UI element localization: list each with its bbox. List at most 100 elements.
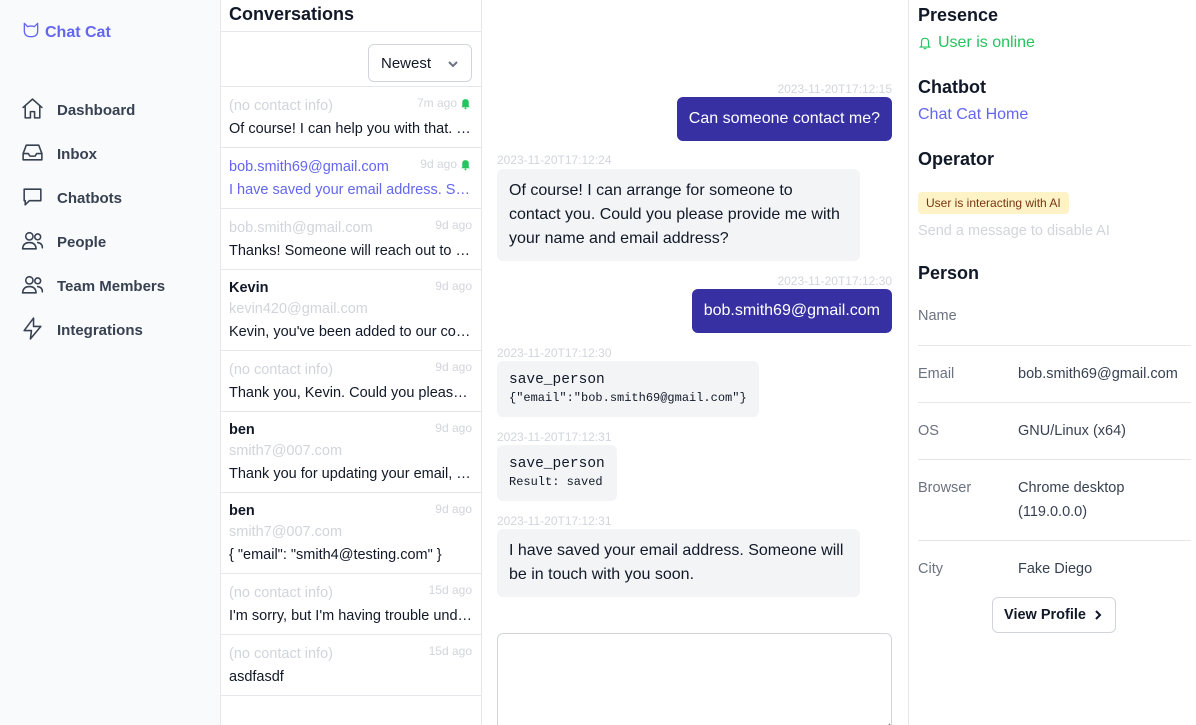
sidebar-item-label: Inbox [57,145,97,163]
conversation-item[interactable]: (no contact info) asdfasdf 15d ago [221,634,481,695]
bell-icon [918,37,932,50]
sort-select-value: Newest [381,54,432,72]
conversation-item[interactable]: bob.smith69@gmail.com I have saved your … [221,147,481,208]
conversation-item[interactable]: (no contact info) I'm sorry, but I'm hav… [221,573,481,634]
bell-icon [461,98,470,109]
chatbot-link[interactable]: Chat Cat Home [918,106,1028,124]
view-profile-button[interactable]: View Profile [992,597,1116,633]
chat-panel: 2023-11-20T17:12:15 Can someone contact … [482,0,908,725]
conversation-preview: Thank you for updating your email, Ben. [229,466,473,482]
tool-name: save_person [509,456,605,472]
details-panel: Presence User is online Chatbot Chat Cat… [908,0,1196,725]
bolt-icon [20,316,45,345]
property-value: GNU/Linux (x64) [1018,423,1126,439]
chat-bubble-icon [20,184,45,213]
conversation-contact: smith7@007.com [229,524,343,540]
conversation-item[interactable]: ben smith7@007.com Thank you for updatin… [221,411,481,492]
sidebar-item-inbox[interactable]: Inbox [20,132,210,176]
sidebar-item-label: People [57,233,107,251]
sidebar-item-people[interactable]: People [20,220,210,264]
message-timestamp: 2023-11-20T17:12:31 [497,514,612,528]
conversation-preview: Thanks! Someone will reach out to you so… [229,243,473,259]
conversation-contact: smith7@007.com [229,443,343,459]
conversation-preview: I have saved your email address. Someone… [229,182,473,198]
sidebar-item-integrations[interactable]: Integrations [20,308,210,352]
conversation-preview: Of course! I can help you with that. Cou… [229,121,473,137]
tool-result: Result: saved [509,475,603,489]
app: Chat Cat Dashboard Inbox Chatbots People… [0,0,1196,725]
conversation-time: 9d ago [435,218,472,232]
presence-title: Presence [918,5,999,25]
message-composer[interactable] [497,633,892,725]
property-row-browser: Browser Chrome desktop (119.0.0.0) [918,460,1191,541]
presence-status: User is online [918,34,1035,52]
sidebar-item-chatbots[interactable]: Chatbots [20,176,210,220]
conversation-time: 9d ago [435,279,472,293]
sidebar-item-label: Integrations [57,321,143,339]
sort-select[interactable]: Newest [368,44,472,82]
sidebar-item-label: Team Members [57,277,166,295]
sidebar: Chat Cat Dashboard Inbox Chatbots People… [0,0,221,725]
chevron-right-icon [1095,610,1102,620]
tool-args: {"email":"bob.smith69@gmail.com"} [509,391,747,405]
conversation-preview: I'm sorry, but I'm having trouble unders… [229,608,473,624]
property-label: Browser [918,480,972,496]
conversation-item[interactable]: (no contact info) Thank you, Kevin. Coul… [221,350,481,411]
brand[interactable]: Chat Cat [21,20,111,45]
message-outgoing: bob.smith69@gmail.com [691,289,892,333]
property-row-name: Name [918,288,1191,346]
conversation-time: 9d ago [435,360,472,374]
sidebar-item-label: Dashboard [57,101,136,119]
conversation-contact: kevin420@gmail.com [229,301,368,317]
view-profile-label: View Profile [1004,607,1086,623]
conversation-item[interactable]: ben smith7@007.com { "email": "smith4@te… [221,492,481,573]
message-timestamp: 2023-11-20T17:12:30 [497,346,612,360]
conversation-item[interactable]: bob.smith@gmail.com Thanks! Someone will… [221,208,481,269]
property-row-email: Email bob.smith69@gmail.com [918,346,1191,403]
conversation-preview: Kevin, you've been added to our contact … [229,324,473,340]
users-icon [20,228,45,257]
sidebar-item-dashboard[interactable]: Dashboard [20,88,210,132]
tool-result-message: save_person Result: saved [497,445,617,501]
person-title: Person [918,263,980,283]
conversation-list: (no contact info) Of course! I can help … [221,86,481,696]
divider [221,31,481,32]
conversation-time-label: 9d ago [420,157,457,171]
presence-status-label: User is online [938,34,1035,51]
conversation-time: 15d ago [428,583,472,597]
property-row-city: City Fake Diego [918,541,1191,599]
message-timestamp: 2023-11-20T17:12:24 [497,153,612,167]
brand-name: Chat Cat [45,23,111,41]
sidebar-item-team-members[interactable]: Team Members [20,264,210,308]
sidebar-item-label: Chatbots [57,189,122,207]
message-outgoing: Can someone contact me? [676,97,892,141]
conversation-time: 15d ago [428,644,472,658]
property-value: bob.smith69@gmail.com [1018,366,1178,382]
conversation-time: 9d ago [435,502,472,516]
conversation-item[interactable]: Kevin kevin420@gmail.com Kevin, you've b… [221,269,481,350]
message-timestamp: 2023-11-20T17:12:31 [497,430,612,444]
property-value: Fake Diego [1018,561,1093,577]
conversation-preview: Thank you, Kevin. Could you please provi… [229,385,473,401]
conversation-time: 7m ago [417,96,472,110]
inbox-icon [20,140,45,169]
property-label: Name [918,308,957,324]
message-timestamp: 2023-11-20T17:12:30 [777,274,892,288]
tool-call-message: save_person {"email":"bob.smith69@gmail.… [497,361,759,417]
conversation-preview: { "email": "smith4@testing.com" } [229,547,442,563]
divider [221,695,481,696]
property-label: OS [918,423,939,439]
conversation-item[interactable]: (no contact info) Of course! I can help … [221,86,481,147]
person-properties: Name Email bob.smith69@gmail.com OS GNU/… [918,288,1191,599]
conversations-panel: Conversations Newest (no contact info) O… [221,0,482,725]
message-incoming: I have saved your email address. Someone… [497,529,860,597]
property-label: Email [918,366,955,382]
tool-name: save_person [509,372,605,388]
conversation-preview: asdfasdf [229,669,284,685]
property-value: Chrome desktop (119.0.0.0) [1018,480,1125,520]
conversation-time: 9d ago [435,421,472,435]
property-label: City [918,561,943,577]
message-timestamp: 2023-11-20T17:12:15 [777,82,892,96]
cat-logo-icon [21,20,41,45]
conversations-title: Conversations [229,4,355,24]
